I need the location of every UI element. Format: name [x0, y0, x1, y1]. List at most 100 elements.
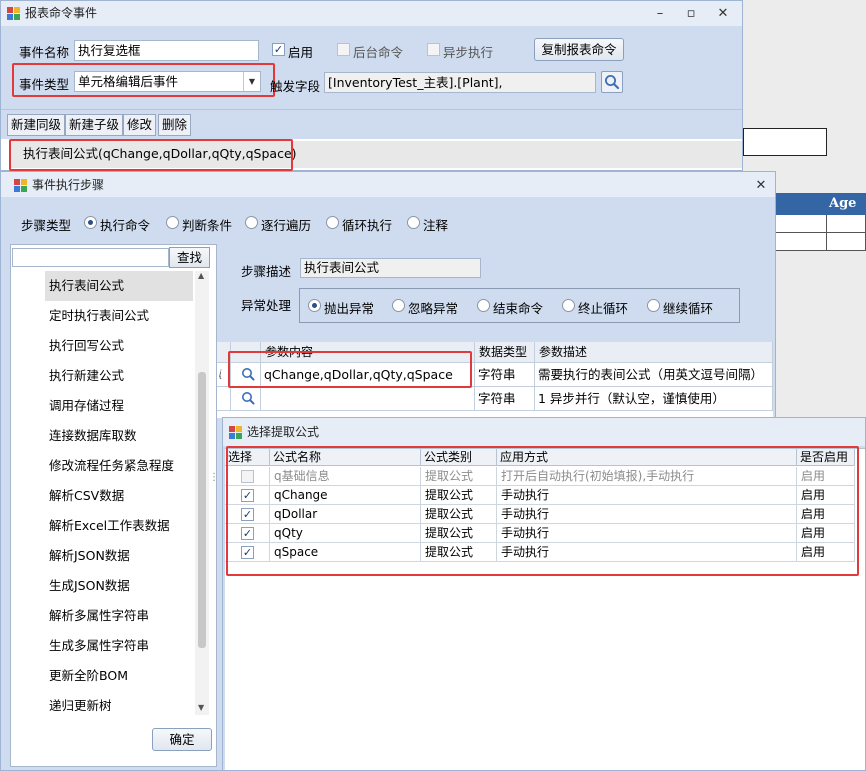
window-title: 事件执行步骤 [32, 178, 105, 192]
list-item[interactable]: 修改流程任务紧急程度 [45, 451, 193, 481]
exception-label-continue: 继续循环 [663, 301, 714, 316]
event-tree-node[interactable]: 执行表间公式(qChange,qDollar,qQty,qSpace) [9, 141, 742, 168]
list-item[interactable]: 定时执行表间公式 [45, 301, 193, 331]
list-item[interactable]: 递归更新树 [45, 691, 193, 721]
list-item[interactable]: 连接数据库取数 [45, 421, 193, 451]
step-type-label-command: 执行命令 [100, 218, 151, 233]
background-command-checkbox[interactable] [337, 43, 350, 56]
row-checkbox[interactable]: ✓ [241, 527, 254, 540]
row-checkbox[interactable]: ✓ [241, 508, 254, 521]
ok-button[interactable]: 确定 [152, 728, 212, 751]
search-icon [242, 368, 255, 381]
table-row-select-cell: ✓ [225, 505, 270, 524]
exception-label-end: 结束命令 [493, 301, 544, 316]
step-search-input[interactable] [12, 248, 169, 267]
table-cell-name[interactable]: qSpace [270, 543, 421, 562]
step-list-scrollbar[interactable]: ▲ ▼ [195, 271, 209, 715]
list-item[interactable]: 执行回写公式 [45, 331, 193, 361]
enable-checkbox[interactable]: ✓ [272, 43, 285, 56]
step-type-radio-command[interactable] [84, 216, 97, 229]
trigger-field-input[interactable]: [InventoryTest_主表].[Plant], [324, 72, 596, 93]
grid-cell-desc[interactable]: 需要执行的表间公式（用英文逗号间隔） [535, 363, 773, 387]
trigger-field-label: 触发字段 [270, 79, 321, 94]
copy-report-command-button[interactable]: 复制报表命令 [534, 38, 624, 61]
table-cell-mode: 打开后自动执行(初始填报),手动执行 [497, 467, 797, 486]
new-child-button[interactable]: 新建子级 [65, 114, 124, 136]
exception-radio-ignore[interactable] [392, 299, 405, 312]
divider [1, 109, 742, 110]
col-header-enabled: 是否启用 [797, 449, 855, 466]
table-cell-name: q基础信息 [270, 467, 421, 486]
background-command-label: 后台命令 [353, 45, 404, 60]
event-type-value: 单元格编辑后事件 [78, 74, 179, 89]
exception-radio-continue[interactable] [647, 299, 660, 312]
step-type-label-comment: 注释 [423, 218, 449, 233]
grid-cell-type[interactable]: 字符串 [475, 387, 535, 411]
list-item[interactable]: 解析CSV数据 [45, 481, 193, 511]
chevron-down-icon[interactable]: ▼ [243, 72, 260, 91]
row-checkbox[interactable]: ✓ [241, 489, 254, 502]
table-cell-enabled: 启用 [797, 467, 855, 486]
list-item[interactable]: 解析多属性字符串 [45, 601, 193, 631]
list-item[interactable]: 执行新建公式 [45, 361, 193, 391]
grid-header-cell [231, 342, 261, 363]
exception-label-throw: 抛出异常 [324, 301, 375, 316]
scrollbar-thumb[interactable] [198, 372, 206, 648]
table-cell-enabled: 启用 [797, 486, 855, 505]
step-type-radio-condition[interactable] [166, 216, 179, 229]
list-item[interactable]: 解析Excel工作表数据 [45, 511, 193, 541]
list-item[interactable]: 生成JSON数据 [45, 571, 193, 601]
find-button[interactable]: 查找 [169, 247, 210, 268]
grid-cell-type[interactable]: 字符串 [475, 363, 535, 387]
app-icon [14, 179, 28, 193]
table-row-select-cell: ✓ [225, 543, 270, 562]
list-item[interactable]: 调用存储过程 [45, 391, 193, 421]
step-type-label: 步骤类型 [21, 218, 72, 233]
step-type-radio-comment[interactable] [407, 216, 420, 229]
row-checkbox[interactable] [241, 470, 254, 483]
edit-button[interactable]: 修改 [123, 114, 157, 136]
row-search-button[interactable] [231, 387, 261, 411]
exception-radio-break[interactable] [562, 299, 575, 312]
delete-button[interactable]: 删除 [158, 114, 192, 136]
report-command-event-window: 报表命令事件 – ▫ ✕ 事件名称 执行复选框 ✓ 启用 后台命令 异步执行 复… [0, 0, 743, 171]
step-desc-input[interactable]: 执行表间公式 [300, 258, 481, 278]
grid-cell-content[interactable] [261, 387, 475, 411]
close-icon[interactable]: ✕ [752, 173, 770, 198]
async-checkbox[interactable] [427, 43, 440, 56]
exception-label: 异常处理 [241, 298, 292, 313]
event-name-input[interactable]: 执行复选框 [74, 40, 259, 61]
step-type-radio-row-loop[interactable] [245, 216, 258, 229]
scroll-down-icon[interactable]: ▼ [198, 703, 204, 712]
close-icon[interactable]: ✕ [714, 1, 732, 26]
maximize-icon[interactable]: ▫ [682, 1, 700, 26]
row-checkbox[interactable]: ✓ [241, 546, 254, 559]
table-cell-name[interactable]: qQty [270, 524, 421, 543]
background-cell [827, 233, 866, 251]
table-cell-name[interactable]: qDollar [270, 505, 421, 524]
event-type-select[interactable]: 单元格编辑后事件 ▼ [74, 71, 261, 92]
list-item[interactable]: 执行表间公式 [45, 271, 193, 301]
list-item[interactable]: 解析JSON数据 [45, 541, 193, 571]
table-cell-mode: 手动执行 [497, 486, 797, 505]
trigger-field-search-button[interactable] [601, 71, 623, 93]
list-item[interactable]: 生成多属性字符串 [45, 631, 193, 661]
app-icon [7, 7, 21, 21]
grid-cell-content[interactable]: qChange,qDollar,qQty,qSpace [261, 363, 475, 387]
table-cell-category: 提取公式 [421, 486, 497, 505]
scroll-up-icon[interactable]: ▲ [198, 271, 204, 280]
col-header-category: 公式类别 [421, 449, 497, 466]
splitter-grip-icon[interactable]: ⋮ [209, 472, 219, 483]
exception-radio-throw[interactable] [308, 299, 321, 312]
list-item[interactable]: 更新全阶BOM [45, 661, 193, 691]
new-sibling-button[interactable]: 新建同级 [7, 114, 66, 136]
table-cell-name[interactable]: qChange [270, 486, 421, 505]
grid-cell-desc[interactable]: 1 异步并行（默认空，谨慎使用） [535, 387, 773, 411]
minimize-icon[interactable]: – [651, 1, 669, 26]
table-cell-category: 提取公式 [421, 524, 497, 543]
row-search-button[interactable] [231, 363, 261, 387]
window-title: 选择提取公式 [247, 425, 320, 439]
exception-radio-end[interactable] [477, 299, 490, 312]
title-bar: 选择提取公式 [223, 418, 865, 446]
step-type-radio-loop[interactable] [326, 216, 339, 229]
